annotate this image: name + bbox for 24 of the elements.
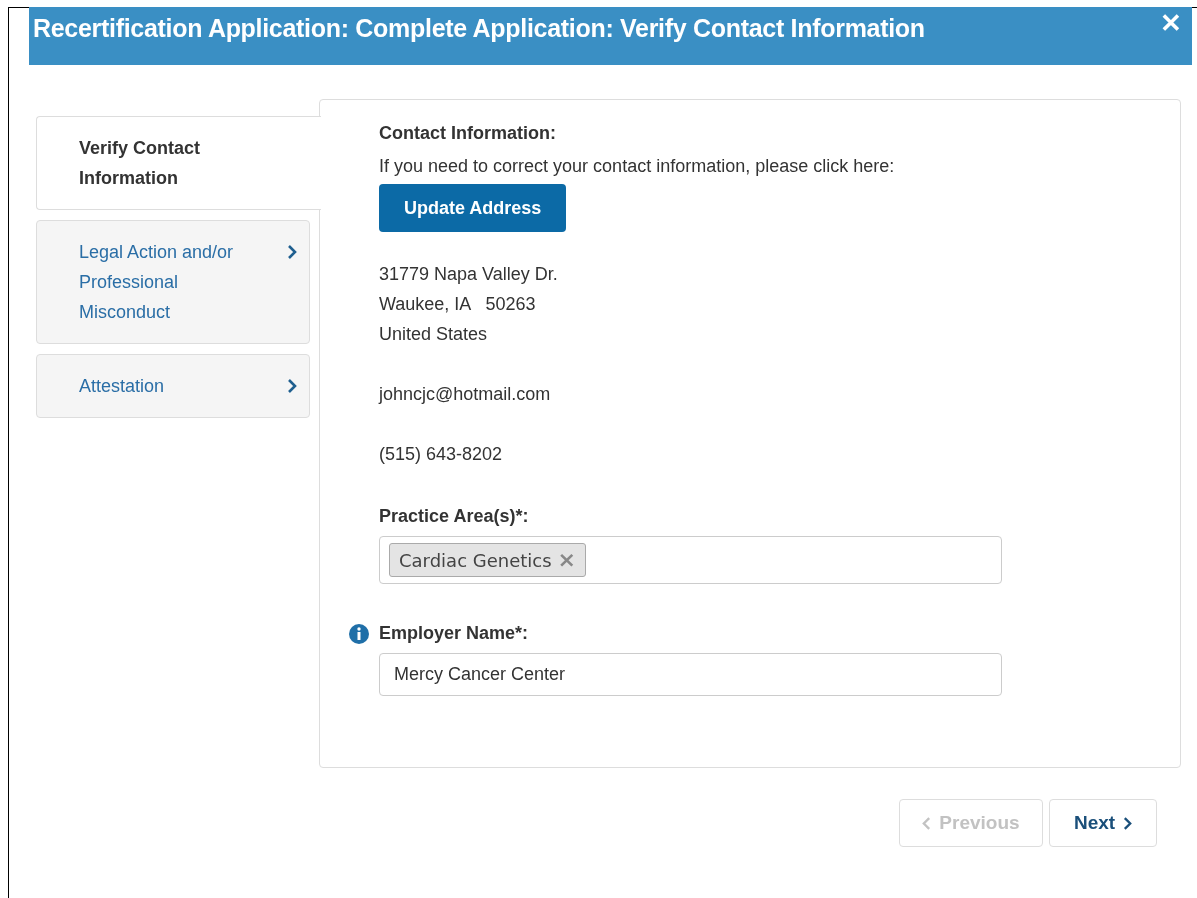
address-line: United States xyxy=(379,323,489,346)
instruction-text: If you need to correct your contact information, please click here: xyxy=(379,155,896,178)
dialog-title: Recertification Application: Complete Application: Verify Contact Information xyxy=(33,13,925,44)
address-line: Waukee, IA 50263 xyxy=(379,293,537,316)
tag-label: Cardiac Genetics xyxy=(399,548,552,573)
field-label: Employer Name*: xyxy=(379,622,529,645)
section-heading: Contact Information: xyxy=(379,122,557,145)
info-icon[interactable] xyxy=(349,623,369,644)
employer-name-input[interactable]: Mercy Cancer Center xyxy=(379,653,1002,696)
step-tab[interactable]: Attestation xyxy=(36,354,310,418)
chevron-right-icon xyxy=(287,378,297,394)
step-tab[interactable]: Verify Contact Information xyxy=(36,116,321,210)
email-text: johncjc@hotmail.com xyxy=(379,383,552,406)
update-address-button[interactable]: Update Address xyxy=(379,184,567,232)
next-button[interactable]: Next xyxy=(1049,799,1157,847)
phone-text: (515) 643-8202 xyxy=(379,443,504,466)
chevron-left-icon xyxy=(922,815,932,831)
practice-area-field[interactable]: Cardiac Genetics × xyxy=(379,536,1002,584)
step-tab[interactable]: Legal Action and/or Professional Misconduct xyxy=(36,220,310,344)
close-button[interactable]: ✕ xyxy=(1160,10,1182,36)
chevron-right-icon xyxy=(1123,815,1133,831)
field-label: Practice Area(s)*: xyxy=(379,505,530,528)
address-line: 31779 Napa Valley Dr. xyxy=(379,263,559,286)
chevron-right-icon xyxy=(287,244,297,260)
